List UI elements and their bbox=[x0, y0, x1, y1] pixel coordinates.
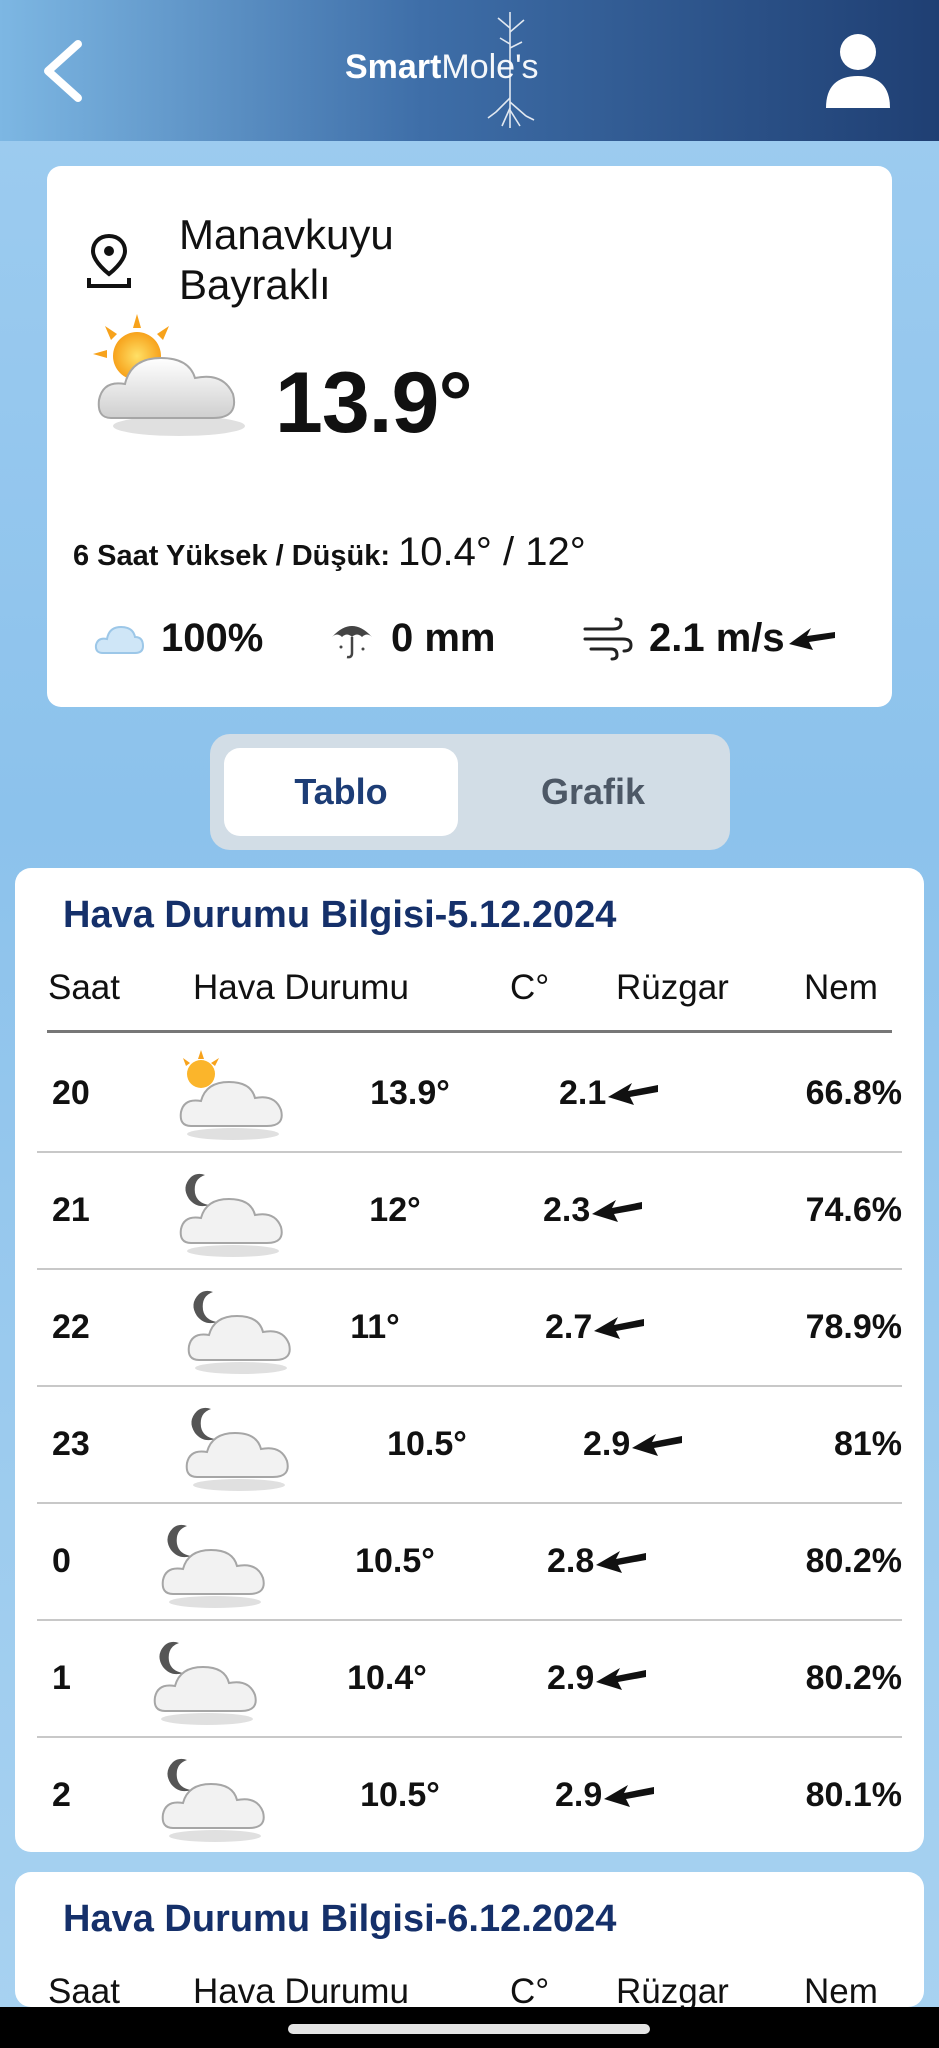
wind-direction-arrow-icon bbox=[596, 1550, 647, 1573]
wind-direction-arrow-icon bbox=[604, 1784, 655, 1807]
table-row: 1 10.4° 2.9 80.2% bbox=[37, 1621, 902, 1738]
partly-cloudy-night-icon bbox=[153, 1641, 257, 1725]
partly-cloudy-night-icon bbox=[179, 1173, 283, 1257]
column-header-temp: C° bbox=[510, 1972, 550, 2007]
tab-grafik[interactable]: Grafik bbox=[470, 748, 716, 836]
table-row: 2 10.5° 2.9 80.1% bbox=[37, 1738, 902, 1852]
location-name: Manavkuyu Bayraklı bbox=[179, 211, 394, 308]
column-header-humidity: Nem bbox=[804, 1972, 878, 2007]
wind-direction-arrow-icon bbox=[632, 1433, 683, 1456]
tab-tablo[interactable]: Tablo bbox=[224, 748, 458, 836]
view-toggle: Tablo Grafik bbox=[210, 734, 730, 850]
wind-stat: 2.1 m/s bbox=[583, 616, 835, 661]
forecast-table-day1: Hava Durumu Bilgisi-5.12.2024 Saat Hava … bbox=[15, 868, 924, 1852]
cell-humidity: 74.6% bbox=[805, 1191, 902, 1229]
column-header-temp: C° bbox=[510, 968, 550, 1007]
cell-hour: 23 bbox=[52, 1425, 90, 1463]
wind-icon bbox=[583, 617, 633, 660]
wind-direction-arrow-icon bbox=[608, 1082, 659, 1105]
partly-cloudy-night-icon bbox=[187, 1290, 291, 1374]
table-row: 21 12° 2.3 74.6% bbox=[37, 1153, 902, 1270]
user-icon[interactable] bbox=[822, 30, 894, 110]
wind-direction-arrow-icon bbox=[788, 627, 835, 650]
table-row: 22 11° 2.7 78.9% bbox=[37, 1270, 902, 1387]
cell-humidity: 80.2% bbox=[805, 1659, 902, 1697]
forecast-table-day2: Hava Durumu Bilgisi-6.12.2024 Saat Hava … bbox=[15, 1872, 924, 2007]
current-weather-card: Manavkuyu Bayraklı 13.9° 6 Saat Yüksek /… bbox=[47, 166, 892, 707]
partly-cloudy-night-icon bbox=[161, 1524, 265, 1608]
cell-temperature: 10.4° bbox=[347, 1659, 427, 1697]
cell-temperature: 10.5° bbox=[355, 1542, 435, 1580]
tree-logo-icon bbox=[487, 12, 535, 128]
cell-hour: 21 bbox=[52, 1191, 90, 1229]
cell-humidity: 78.9% bbox=[805, 1308, 902, 1346]
cell-humidity: 81% bbox=[833, 1425, 902, 1463]
table-row: 23 10.5° 2.9 81% bbox=[37, 1387, 902, 1504]
cell-hour: 2 bbox=[52, 1776, 71, 1814]
wind-direction-arrow-icon bbox=[596, 1667, 647, 1690]
partly-cloudy-night-icon bbox=[161, 1758, 265, 1842]
home-indicator[interactable] bbox=[288, 2024, 650, 2034]
cell-wind: 2.9 bbox=[547, 1659, 647, 1698]
cell-humidity: 80.2% bbox=[805, 1542, 902, 1580]
cell-hour: 22 bbox=[52, 1308, 90, 1346]
current-temperature: 13.9° bbox=[275, 355, 473, 451]
umbrella-icon bbox=[332, 625, 372, 658]
cell-wind: 2.9 bbox=[583, 1425, 683, 1464]
cell-wind: 2.7 bbox=[545, 1308, 645, 1347]
chevron-left-icon[interactable] bbox=[36, 36, 96, 106]
column-header-hour: Saat bbox=[48, 1972, 120, 2007]
cell-wind: 2.3 bbox=[543, 1191, 643, 1230]
cell-wind: 2.9 bbox=[555, 1776, 655, 1815]
rain-stat: 0 mm bbox=[329, 616, 496, 661]
cell-temperature: 12° bbox=[369, 1191, 421, 1229]
wind-direction-arrow-icon bbox=[594, 1316, 645, 1339]
table-title: Hava Durumu Bilgisi-5.12.2024 bbox=[63, 894, 617, 936]
table-row: 0 10.5° 2.8 80.2% bbox=[37, 1504, 902, 1621]
cell-temperature: 10.5° bbox=[360, 1776, 440, 1814]
table-row: 20 13.9° 2.1 66.8% bbox=[37, 1036, 902, 1153]
cell-humidity: 80.1% bbox=[805, 1776, 902, 1814]
cell-temperature: 10.5° bbox=[387, 1425, 467, 1463]
cell-humidity: 66.8% bbox=[805, 1074, 902, 1112]
cell-hour: 0 bbox=[52, 1542, 71, 1580]
partly-cloudy-day-icon bbox=[93, 314, 245, 436]
column-header-humidity: Nem bbox=[804, 968, 878, 1007]
cell-wind: 2.8 bbox=[547, 1542, 647, 1581]
location-pin-icon bbox=[87, 233, 131, 288]
partly-cloudy-day-icon bbox=[179, 1050, 283, 1140]
cloud-icon bbox=[94, 625, 145, 654]
cell-hour: 1 bbox=[52, 1659, 71, 1697]
column-header-wind: Rüzgar bbox=[616, 1972, 729, 2007]
column-header-weather: Hava Durumu bbox=[193, 968, 409, 1007]
cell-hour: 20 bbox=[52, 1074, 90, 1112]
column-header-hour: Saat bbox=[48, 968, 120, 1007]
cell-wind: 2.1 bbox=[559, 1074, 659, 1113]
cell-temperature: 11° bbox=[350, 1308, 400, 1346]
column-header-weather: Hava Durumu bbox=[193, 1972, 409, 2007]
high-low: 6 Saat Yüksek / Düşük: 10.4° / 12° bbox=[73, 530, 586, 574]
cloud-stat: 100% bbox=[93, 616, 263, 661]
cell-temperature: 13.9° bbox=[370, 1074, 450, 1112]
wind-direction-arrow-icon bbox=[592, 1199, 643, 1222]
table-title: Hava Durumu Bilgisi-6.12.2024 bbox=[63, 1898, 617, 1940]
column-header-wind: Rüzgar bbox=[616, 968, 729, 1007]
app-header: SmartMole's bbox=[0, 0, 939, 141]
partly-cloudy-night-icon bbox=[185, 1407, 289, 1491]
header-divider bbox=[47, 1030, 892, 1033]
